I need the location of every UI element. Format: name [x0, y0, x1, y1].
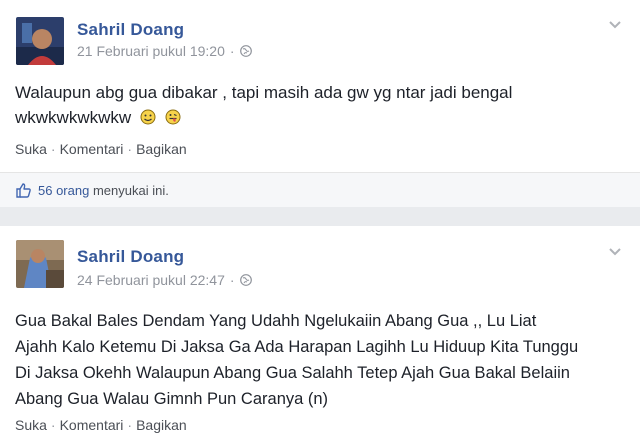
action-separator: · — [50, 141, 56, 157]
post-meta: 21 Februari pukul 19:20 · — [77, 43, 252, 59]
chevron-down-icon[interactable] — [608, 247, 622, 257]
post-text-line-2: wkwkwkwkwkw — [15, 105, 625, 130]
post-card: Sahril Doang 24 Februari pukul 22:47 · G… — [0, 226, 640, 444]
meta-separator: · — [229, 272, 235, 288]
post-actions: Suka · Komentari · Bagikan — [15, 141, 187, 157]
post-meta: 24 Februari pukul 22:47 · — [77, 272, 252, 288]
action-separator: · — [127, 141, 133, 157]
avatar[interactable] — [16, 17, 64, 65]
timestamp[interactable]: 21 Februari pukul 19:20 — [77, 43, 225, 59]
share-link[interactable]: Bagikan — [136, 141, 187, 157]
post-text-line: Abang Gua Walau Gimnh Pun Caranya (n) — [15, 390, 329, 408]
tongue-emoji-icon — [165, 109, 181, 125]
thumbs-up-icon[interactable] — [15, 182, 32, 199]
like-link[interactable]: Suka — [15, 417, 47, 433]
post-card: Sahril Doang 21 Februari pukul 19:20 · W… — [0, 0, 640, 207]
globe-icon[interactable] — [239, 274, 252, 286]
avatar[interactable] — [16, 240, 64, 288]
globe-icon[interactable] — [239, 45, 252, 57]
comment-link[interactable]: Komentari — [60, 141, 124, 157]
action-separator: · — [50, 417, 56, 433]
likes-summary: 56 orang menyukai ini. — [0, 172, 640, 207]
timestamp[interactable]: 24 Februari pukul 22:47 — [77, 272, 225, 288]
author-name[interactable]: Sahril Doang — [77, 20, 184, 40]
like-link[interactable]: Suka — [15, 141, 47, 157]
post-text: Walaupun abg gua dibakar , tapi masih ad… — [15, 80, 625, 130]
smiley-emoji-icon — [140, 109, 156, 125]
post-text-line: Walaupun abg gua dibakar , tapi masih ad… — [15, 83, 513, 102]
likes-text: 56 orang menyukai ini. — [38, 183, 169, 198]
likes-suffix: menyukai ini. — [92, 182, 169, 198]
action-separator: · — [127, 417, 133, 433]
post-text-line: Ajahh Kalo Ketemu Di Jaksa Ga Ada Harapa… — [15, 338, 579, 356]
author-name[interactable]: Sahril Doang — [77, 247, 184, 267]
chevron-down-icon[interactable] — [608, 20, 622, 30]
post-text: Gua Bakal Bales Dendam Yang Udahh Ngeluk… — [15, 308, 625, 412]
meta-separator: · — [229, 43, 235, 59]
comment-link[interactable]: Komentari — [60, 417, 124, 433]
post-text-line: wkwkwkwkwkw — [15, 108, 132, 127]
likes-count-link[interactable]: 56 orang — [38, 183, 89, 198]
post-actions: Suka · Komentari · Bagikan — [15, 417, 187, 433]
share-link[interactable]: Bagikan — [136, 417, 187, 433]
post-text-line: Di Jaksa Okehh Walaupun Abang Gua Salahh… — [15, 364, 570, 382]
post-text-line: Gua Bakal Bales Dendam Yang Udahh Ngeluk… — [15, 312, 537, 330]
